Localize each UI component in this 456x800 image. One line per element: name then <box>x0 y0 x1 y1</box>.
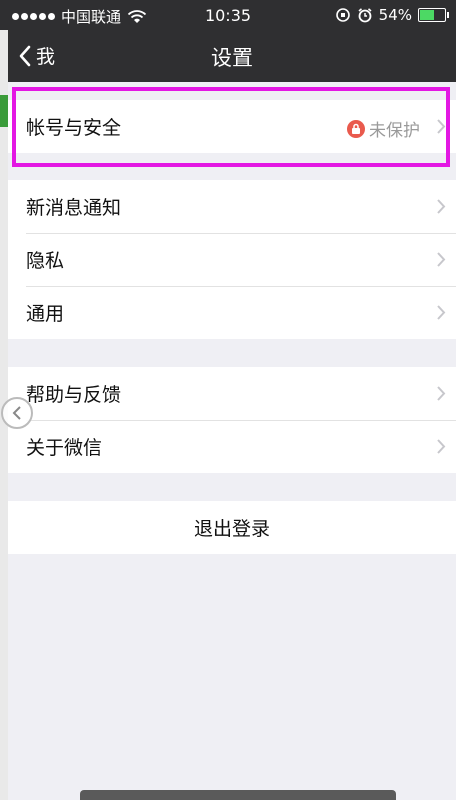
logout-button[interactable]: 退出登录 <box>8 501 456 554</box>
row-label: 隐私 <box>26 250 65 272</box>
row-notifications[interactable]: 新消息通知 <box>8 180 456 233</box>
row-general[interactable]: 通用 <box>8 286 456 339</box>
status-bar: 中国联通 10:35 54% <box>0 0 456 30</box>
nav-bar: 我 设置 <box>8 30 456 82</box>
row-label: 帮助与反馈 <box>26 384 122 406</box>
logout-group: 退出登录 <box>8 501 456 554</box>
chevron-left-icon <box>12 406 21 420</box>
chevron-right-icon <box>437 386 446 401</box>
settings-group-about: 帮助与反馈 关于微信 <box>8 367 456 473</box>
chevron-right-icon <box>437 199 446 214</box>
rotation-lock-icon <box>335 8 350 22</box>
edge-back-button[interactable] <box>1 397 33 429</box>
page-title: 设置 <box>211 46 253 70</box>
row-label: 关于微信 <box>26 437 103 459</box>
settings-group-general: 新消息通知 隐私 通用 <box>8 180 456 339</box>
row-label: 新消息通知 <box>26 197 122 219</box>
row-help-feedback[interactable]: 帮助与反馈 <box>8 367 456 420</box>
status-right: 54% <box>335 6 449 24</box>
chevron-right-icon <box>437 439 446 454</box>
underlying-green-strip <box>0 95 8 127</box>
row-about-wechat[interactable]: 关于微信 <box>8 420 456 473</box>
battery-percent: 54% <box>378 6 412 24</box>
row-privacy[interactable]: 隐私 <box>8 233 456 286</box>
battery-icon <box>418 8 449 22</box>
chevron-right-icon <box>437 252 446 267</box>
settings-content: 帐号与安全 未保护 新消息通知 隐私 通用 帮助与反馈 关于微信 退出登录 <box>8 82 456 800</box>
alarm-icon <box>358 8 372 23</box>
chevron-right-icon <box>437 305 446 320</box>
highlight-box <box>12 87 450 167</box>
bottom-bar <box>80 790 396 800</box>
row-label: 通用 <box>26 303 65 325</box>
